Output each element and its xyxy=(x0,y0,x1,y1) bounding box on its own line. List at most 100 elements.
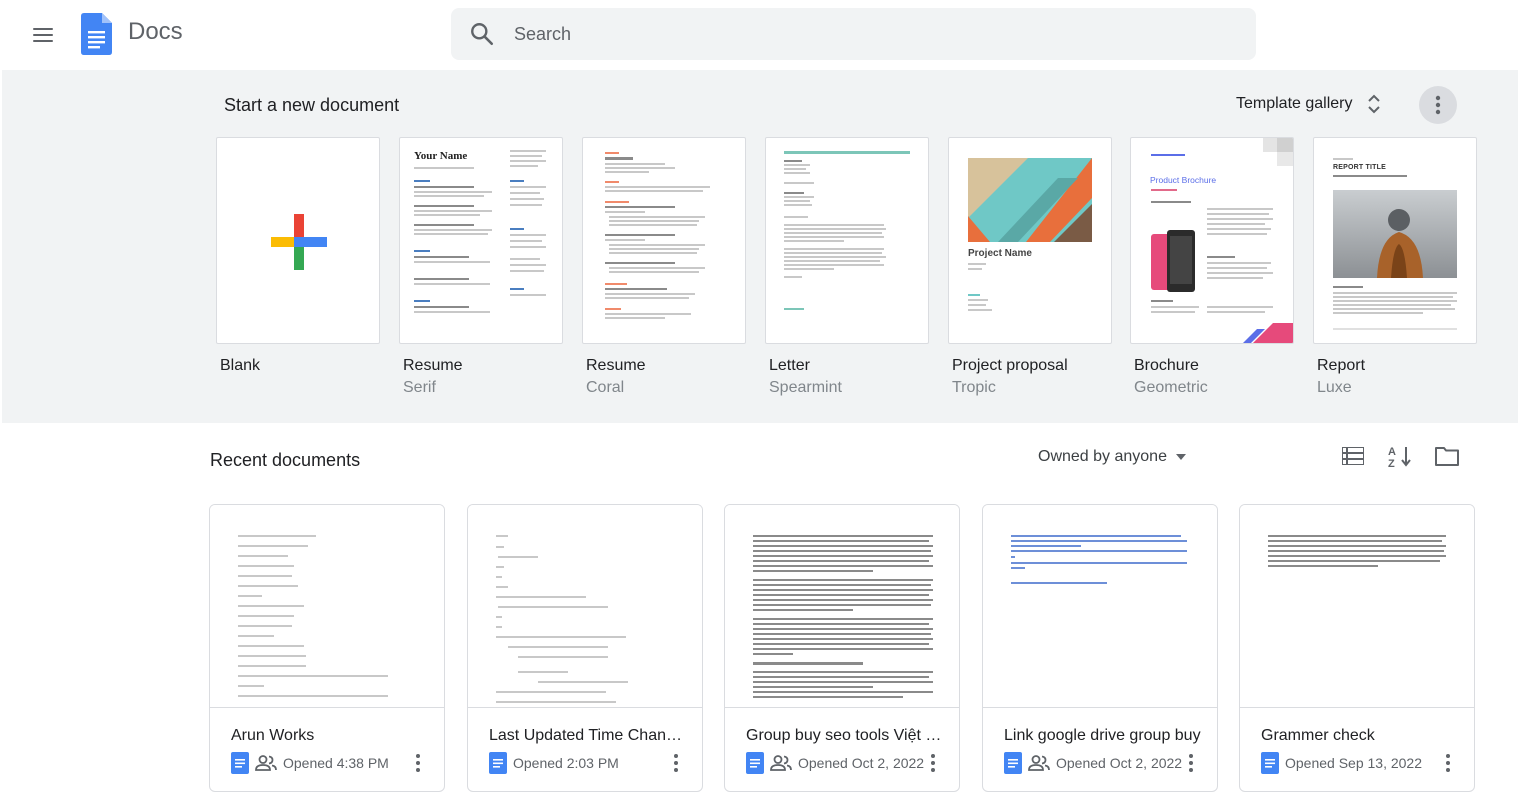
template-gallery-button[interactable]: Template gallery xyxy=(1224,86,1393,122)
template-section: Start a new document Template gallery Bl… xyxy=(2,70,1518,423)
sort-az-icon: A Z xyxy=(1388,446,1411,468)
owner-filter-label: Owned by anyone xyxy=(1038,448,1167,465)
docs-file-icon xyxy=(1004,752,1022,774)
recent-doc-card[interactable]: Group buy seo tools Việt Nam Opened Oct … xyxy=(724,504,960,792)
template-thumbnail[interactable]: Project Name xyxy=(948,137,1112,344)
template-thumbnail[interactable]: Product Brochure xyxy=(1130,137,1294,344)
doc-title: Grammer check xyxy=(1261,727,1375,744)
template-thumbnail[interactable] xyxy=(216,137,380,344)
docs-file-icon xyxy=(746,752,764,774)
preview-heading: Project Name xyxy=(968,248,1032,259)
shared-people-icon xyxy=(255,755,277,771)
template-thumbnail[interactable] xyxy=(582,137,746,344)
template-name: Resume xyxy=(403,357,463,374)
app-title[interactable]: Docs xyxy=(128,18,183,46)
recent-doc-card[interactable]: Arun Works Opened 4:38 PM xyxy=(209,504,445,792)
preview-heading: Your Name xyxy=(414,150,468,162)
doc-opened-time: Opened Sep 13, 2022 xyxy=(1285,755,1423,771)
template-blank[interactable]: Blank xyxy=(216,137,380,379)
owner-filter-dropdown[interactable]: Owned by anyone xyxy=(1038,446,1187,468)
search-input[interactable] xyxy=(514,8,1214,60)
app-header: Docs xyxy=(0,0,1518,70)
doc-title: Link google drive group buy xyxy=(1004,727,1201,744)
doc-more-options-icon[interactable] xyxy=(666,751,686,775)
template-name: Project proposal xyxy=(952,357,1068,374)
template-thumbnail[interactable] xyxy=(765,137,929,344)
templates-heading: Start a new document xyxy=(224,95,400,115)
unfold-icon xyxy=(1367,94,1380,114)
google-plus-icon xyxy=(271,214,327,270)
template-subtitle: Spearmint xyxy=(769,379,842,396)
doc-meta: Opened Oct 2, 2022 xyxy=(746,752,924,774)
doc-opened-time: Opened 4:38 PM xyxy=(283,755,389,771)
doc-more-options-icon[interactable] xyxy=(1181,751,1201,775)
recent-doc-card[interactable]: Link google drive group buy Opened Oct 2… xyxy=(982,504,1218,792)
doc-opened-time: Opened Oct 2, 2022 xyxy=(798,755,925,771)
doc-more-options-icon[interactable] xyxy=(923,751,943,775)
doc-meta: Opened Sep 13, 2022 xyxy=(1261,752,1422,774)
template-more-button[interactable] xyxy=(1419,86,1457,124)
doc-more-options-icon[interactable] xyxy=(408,751,428,775)
svg-text:A: A xyxy=(1388,446,1396,458)
caret-down-icon xyxy=(1175,454,1186,460)
more-vert-icon xyxy=(1435,95,1441,115)
svg-text:Z: Z xyxy=(1388,458,1395,468)
template-name: Letter xyxy=(769,357,810,374)
doc-thumbnail[interactable] xyxy=(1240,505,1474,708)
recent-doc-card[interactable]: Last Updated Time Changer Opened 2:03 PM xyxy=(467,504,703,792)
template-resume-serif[interactable]: Your Name Resume Serif xyxy=(399,137,563,397)
recent-documents-heading: Recent documents xyxy=(210,450,361,470)
doc-title: Last Updated Time Changer xyxy=(489,727,689,744)
template-letter-spearmint[interactable]: Letter Spearmint xyxy=(765,137,929,397)
search-icon[interactable] xyxy=(469,21,495,47)
doc-more-options-icon[interactable] xyxy=(1438,751,1458,775)
shared-people-icon xyxy=(1028,755,1050,771)
template-brochure-geometric[interactable]: Product Brochure Brochure Geometric xyxy=(1130,137,1294,397)
doc-opened-time: Opened Oct 2, 2022 xyxy=(1056,755,1183,771)
recent-doc-card[interactable]: Grammer check Opened Sep 13, 2022 xyxy=(1239,504,1475,792)
report-cover-photo xyxy=(1333,190,1457,278)
template-subtitle: Tropic xyxy=(952,379,996,396)
doc-title: Group buy seo tools Việt Nam xyxy=(746,727,946,744)
template-thumbnail[interactable]: REPORT TITLE xyxy=(1313,137,1477,344)
template-name: Blank xyxy=(220,357,261,374)
tropic-cover-graphic xyxy=(968,158,1092,242)
search-bar[interactable] xyxy=(451,8,1256,60)
docs-file-icon xyxy=(1261,752,1279,774)
doc-meta: Opened 4:38 PM xyxy=(231,752,389,774)
doc-title: Arun Works xyxy=(231,727,315,744)
template-name: Brochure xyxy=(1134,357,1199,374)
folder-icon xyxy=(1435,447,1459,466)
sort-options-button[interactable]: A Z xyxy=(1386,442,1414,470)
template-subtitle: Serif xyxy=(403,379,436,396)
doc-thumbnail[interactable] xyxy=(725,505,959,708)
template-name: Resume xyxy=(586,357,646,374)
list-view-button[interactable] xyxy=(1339,442,1367,470)
preview-heading: REPORT TITLE xyxy=(1333,164,1386,171)
doc-meta: Opened Oct 2, 2022 xyxy=(1004,752,1182,774)
template-thumbnail[interactable]: Your Name xyxy=(399,137,563,344)
docs-file-icon xyxy=(231,752,249,774)
doc-meta: Opened 2:03 PM xyxy=(489,752,619,774)
template-subtitle: Geometric xyxy=(1134,379,1208,396)
template-resume-coral[interactable]: Resume Coral xyxy=(582,137,746,397)
preview-heading: Product Brochure xyxy=(1150,175,1217,185)
docs-logo-icon[interactable] xyxy=(81,13,112,55)
doc-thumbnail[interactable] xyxy=(210,505,444,708)
template-report-luxe[interactable]: REPORT TITLE Report Luxe xyxy=(1313,137,1477,397)
template-subtitle: Coral xyxy=(586,379,625,396)
template-name: Report xyxy=(1317,357,1366,374)
shared-people-icon xyxy=(770,755,792,771)
list-view-icon xyxy=(1342,447,1364,465)
docs-file-icon xyxy=(489,752,507,774)
doc-opened-time: Opened 2:03 PM xyxy=(513,755,619,771)
geometric-corner-graphic xyxy=(1263,138,1293,166)
main-menu-icon[interactable] xyxy=(22,14,64,56)
phone-graphic xyxy=(1151,230,1195,292)
doc-thumbnail[interactable] xyxy=(983,505,1217,708)
template-subtitle: Luxe xyxy=(1317,379,1352,396)
geometric-bottom-graphic xyxy=(1243,323,1293,343)
doc-thumbnail[interactable] xyxy=(468,505,702,708)
file-picker-button[interactable] xyxy=(1433,442,1461,470)
template-project-proposal-tropic[interactable]: Project Name Project proposal Tropic xyxy=(948,137,1112,397)
